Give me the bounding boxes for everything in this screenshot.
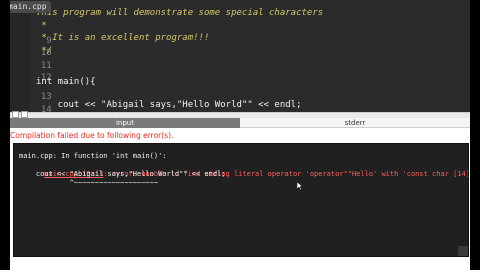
code-text: This program will demonstrate some speci… [36, 8, 324, 18]
console-line: cout << "Abigail says,"Hello World"" << … [19, 170, 226, 178]
console-line: ^~~~~~~~~~~~~~~~~~~~~ [19, 179, 159, 187]
code-line[interactable]: 15 cout << "Abigail says,"Hello World"" … [10, 98, 302, 112]
expand-icon[interactable] [21, 111, 28, 118]
error-console: main.cpp: In function 'int main()': main… [13, 143, 469, 257]
code-line[interactable]: 12 [10, 56, 52, 83]
file-tab-main-cpp[interactable]: main.cpp [4, 1, 51, 13]
collapse-icon[interactable] [12, 111, 19, 118]
compile-error-message: Compilation failed due to following erro… [10, 131, 174, 140]
tab-input[interactable]: input [10, 118, 240, 128]
console-line: main.cpp: In function 'int main()': [19, 152, 167, 160]
code-text: cout << "Abigail says,"Hello World"" << … [36, 100, 302, 110]
scrollbar-corner[interactable] [458, 246, 468, 256]
splitter-controls [12, 111, 28, 118]
mouse-cursor-icon [297, 182, 303, 190]
io-tabs: input stderr [10, 118, 470, 128]
tab-stderr[interactable]: stderr [240, 118, 470, 128]
code-editor[interactable]: This program will demonstrate some speci… [0, 0, 480, 112]
left-letterbox [0, 0, 10, 270]
output-panel: Compilation failed due to following erro… [10, 128, 470, 270]
code-text: * It is an excellent program!!! [36, 33, 210, 43]
right-letterbox [470, 0, 480, 270]
